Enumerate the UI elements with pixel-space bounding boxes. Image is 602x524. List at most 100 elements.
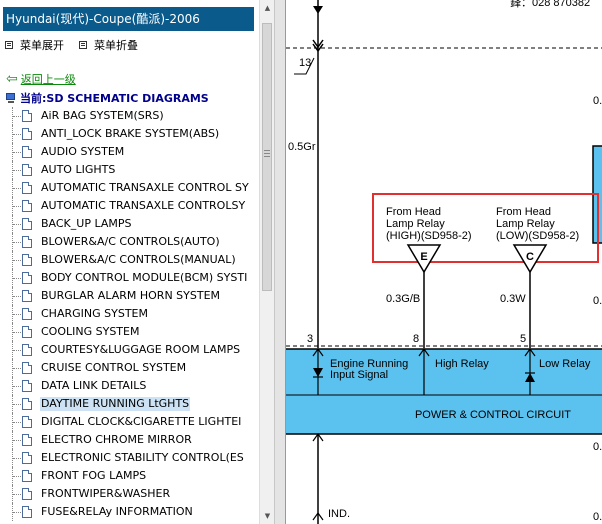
tree-item-label: FRONT FOG LAMPS (41, 469, 147, 482)
document-icon (22, 272, 32, 284)
document-icon (22, 146, 32, 158)
tree-item[interactable]: BURGLAR ALARM HORN SYSTEM (0, 287, 259, 305)
pin-8-label: 8 (413, 333, 419, 345)
tree-branch-line (13, 440, 21, 441)
tree-item-label: COOLING SYSTEM (41, 325, 140, 338)
tree-branch-line (13, 188, 21, 189)
pin-5-label: 5 (520, 333, 526, 345)
scrollbar-grip-icon (264, 150, 270, 158)
pin-13-label: 13 (299, 57, 311, 69)
scroll-down-icon[interactable]: ▼ (260, 509, 275, 523)
tree-branch-line (13, 332, 21, 333)
document-icon (22, 506, 32, 518)
tree-item-label: BLOWER&A/C CONTROLS(MANUAL) (41, 253, 236, 266)
document-icon (22, 344, 32, 356)
tree-branch-line (13, 494, 21, 495)
tree-branch-line (13, 296, 21, 297)
input-signal-label: Input Signal (330, 369, 388, 381)
tree-branch-line (13, 512, 21, 513)
expand-menu-button[interactable]: 菜单展开 (5, 37, 64, 53)
tree-item-label: BACK_UP LAMPS (41, 217, 132, 230)
tree-item[interactable]: COOLING SYSTEM (0, 323, 259, 341)
tree-item[interactable]: COURTESY&LUGGAGE ROOM LAMPS (0, 341, 259, 359)
tree-branch-line (13, 476, 21, 477)
tree-item[interactable]: AUTO LIGHTS (0, 161, 259, 179)
tree-item[interactable]: AUTOMATIC TRANSAXLE CONTROL SY (0, 179, 259, 197)
document-icon (22, 128, 32, 140)
tree-item-label: DIGITAL CLOCK&CIGARETTE LIGHTEI (41, 415, 242, 428)
wire-low-label: 0.3W (500, 293, 526, 305)
document-icon (22, 308, 32, 320)
tree-item-label: AiR BAG SYSTEM(SRS) (41, 109, 164, 122)
tree-item[interactable]: AUDIO SYSTEM (0, 143, 259, 161)
circuit-title: POWER & CONTROL CIRCUIT (415, 409, 571, 421)
tree-item-label: DATA LINK DETAILS (41, 379, 147, 392)
tree-item[interactable]: BODY CONTROL MODULE(BCM) SYSTI (0, 269, 259, 287)
tree-item-label: CHARGING SYSTEM (41, 307, 148, 320)
back-link[interactable]: ⇦ 返回上一级 (6, 71, 76, 87)
tree-branch-line (13, 206, 21, 207)
wire-high-label: 0.3G/B (386, 293, 420, 305)
document-icon (22, 200, 32, 212)
tree-branch-line (13, 368, 21, 369)
vehicle-title-bar: Hyundai(现代)-Coupe(酷派)-2006 (3, 7, 254, 31)
document-icon (22, 326, 32, 338)
tree-item-label: BLOWER&A/C CONTROLS(AUTO) (41, 235, 220, 248)
tree-branch-line (13, 404, 21, 405)
tree-item-label: AUTOMATIC TRANSAXLE CONTROL SY (41, 181, 249, 194)
tree-item[interactable]: ELECTRONIC STABILITY CONTROL(ES (0, 449, 259, 467)
tree-item-label: AUTO LIGHTS (41, 163, 116, 176)
tree-item[interactable]: CRUISE CONTROL SYSTEM (0, 359, 259, 377)
tree-item-label: AUDIO SYSTEM (41, 145, 125, 158)
tree-item-label: CRUISE CONTROL SYSTEM (41, 361, 187, 374)
wiring-diagram: 鋒：028 870382 13 0.5Gr From Head Lamp Rel… (286, 0, 602, 524)
document-icon (22, 290, 32, 302)
relay-high-line3: (HIGH)(SD958-2) (386, 230, 472, 242)
right-edge-label-3: 0. (593, 441, 602, 453)
tree-scrollbar[interactable]: ▲ ▼ (259, 0, 275, 524)
current-location: 当前:SD SCHEMATIC DIAGRAMS (5, 90, 209, 106)
document-icon (22, 218, 32, 230)
arrow-down-icon (313, 6, 323, 14)
tree-item[interactable]: FRONTWIPER&WASHER (0, 485, 259, 503)
document-icon (22, 470, 32, 482)
tree-branch-line (13, 116, 21, 117)
tree-item[interactable]: CHARGING SYSTEM (0, 305, 259, 323)
tree-branch-line (13, 170, 21, 171)
document-icon (22, 110, 32, 122)
right-edge-label-2: 0. (593, 295, 602, 307)
tree-item[interactable]: AiR BAG SYSTEM(SRS) (0, 107, 259, 125)
document-icon (22, 488, 32, 500)
collapse-menu-button[interactable]: 菜单折叠 (79, 37, 138, 53)
tree-item[interactable]: ELECTRO CHROME MIRROR (0, 431, 259, 449)
document-icon (22, 452, 32, 464)
tree-branch-line (13, 134, 21, 135)
tree-item[interactable]: BACK_UP LAMPS (0, 215, 259, 233)
relay-low-line3: (LOW)(SD958-2) (496, 230, 579, 242)
navigation-pane: Hyundai(现代)-Coupe(酷派)-2006 菜单展开 菜单折叠 ⇦ 返… (0, 0, 259, 524)
relay-high-line2: Lamp Relay (386, 218, 445, 230)
back-link-label: 返回上一级 (20, 73, 76, 86)
menu-list-icon (5, 41, 13, 49)
document-icon (22, 236, 32, 248)
tree-item-label: BURGLAR ALARM HORN SYSTEM (41, 289, 221, 302)
tree-item[interactable]: BLOWER&A/C CONTROLS(MANUAL) (0, 251, 259, 269)
tree-item[interactable]: FUSE&RELAy INFORMATION (0, 503, 259, 521)
tree-item-label: ELECTRONIC STABILITY CONTROL(ES (41, 451, 244, 464)
tree-branch-line (13, 422, 21, 423)
tree-item[interactable]: DATA LINK DETAILS (0, 377, 259, 395)
document-icon (22, 254, 32, 266)
tree-item[interactable]: BLOWER&A/C CONTROLS(AUTO) (0, 233, 259, 251)
pane-splitter[interactable] (274, 0, 286, 524)
tree-item-label: ANTI_LOCK BRAKE SYSTEM(ABS) (41, 127, 220, 140)
tree-branch-line (13, 224, 21, 225)
tree-item[interactable]: DAYTIME RUNNING LtGHTS (0, 395, 259, 413)
high-relay-label: High Relay (435, 358, 489, 370)
tree-item-label: FUSE&RELAy INFORMATION (41, 505, 193, 518)
scroll-up-icon[interactable]: ▲ (260, 1, 275, 15)
tree-item[interactable]: ANTI_LOCK BRAKE SYSTEM(ABS) (0, 125, 259, 143)
tree-item[interactable]: AUTOMATIC TRANSAXLE CONTROLSY (0, 197, 259, 215)
tree-branch-line (13, 350, 21, 351)
tree-item[interactable]: DIGITAL CLOCK&CIGARETTE LIGHTEI (0, 413, 259, 431)
tree-item[interactable]: FRONT FOG LAMPS (0, 467, 259, 485)
